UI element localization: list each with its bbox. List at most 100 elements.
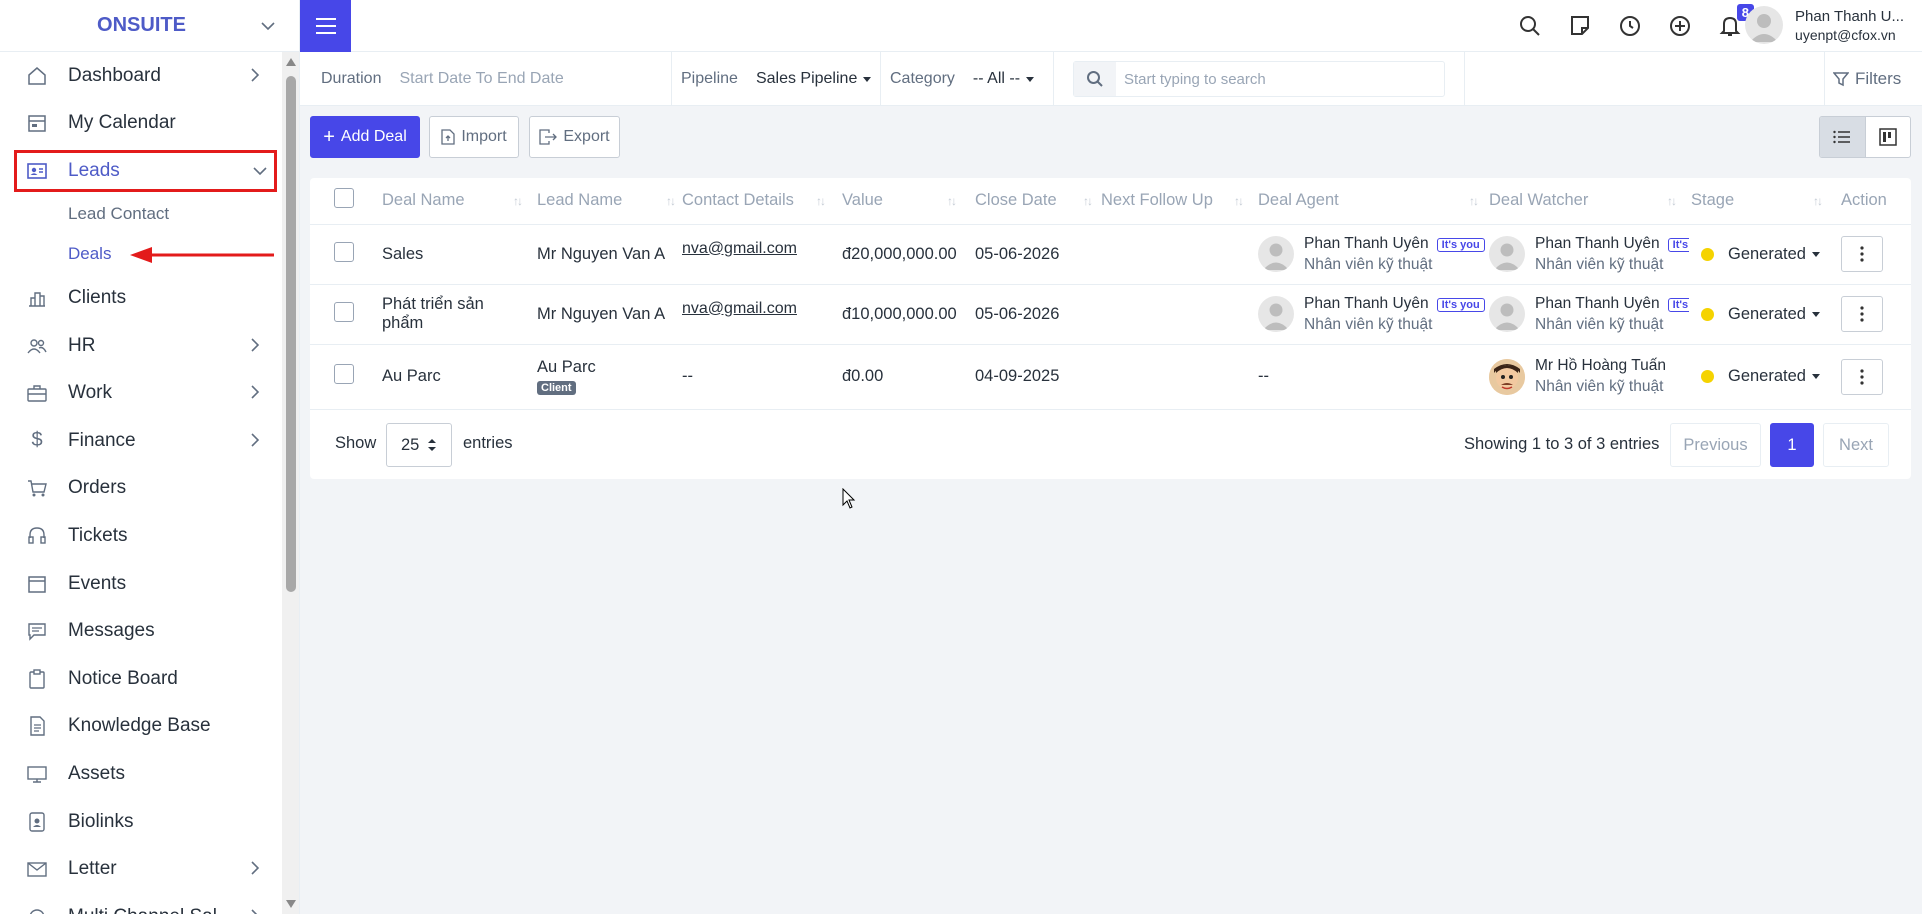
- sidebar-item-multi-channel[interactable]: Multi Channel Sal...: [0, 893, 282, 914]
- sidebar-item-dashboard[interactable]: Dashboard: [0, 52, 282, 100]
- clock-icon[interactable]: [1618, 14, 1642, 38]
- col-contact-details[interactable]: Contact Details ↑↓: [682, 178, 842, 225]
- col-deal-agent[interactable]: Deal Agent ↑↓: [1258, 178, 1489, 225]
- category-filter[interactable]: Category -- All --: [890, 52, 1035, 106]
- sidebar-item-orders[interactable]: Orders: [0, 465, 282, 513]
- sidebar-scrollbar[interactable]: [282, 52, 299, 914]
- sidebar-item-work[interactable]: Work: [0, 369, 282, 417]
- list-view-button[interactable]: [1820, 117, 1866, 157]
- col-deal-name[interactable]: Deal Name ↑↓: [382, 178, 537, 225]
- search-input[interactable]: Start typing to search: [1124, 71, 1266, 88]
- row-checkbox[interactable]: [334, 364, 354, 384]
- watcher-name[interactable]: Phan Thanh Uyên: [1535, 295, 1660, 312]
- row-checkbox[interactable]: [334, 301, 354, 322]
- lead-name[interactable]: Mr Nguyen Van A: [537, 284, 682, 345]
- updown-caret-icon: [428, 439, 437, 451]
- select-all-checkbox[interactable]: [334, 188, 354, 209]
- chevron-right-icon: [251, 433, 260, 447]
- menu-toggle-button[interactable]: [300, 0, 351, 52]
- watcher-name[interactable]: Phan Thanh Uyên: [1535, 235, 1660, 252]
- sidebar-item-letter[interactable]: Letter: [0, 845, 282, 893]
- pipeline-select[interactable]: Sales Pipeline: [756, 70, 857, 88]
- col-deal-watcher[interactable]: Deal Watcher ↑↓: [1489, 178, 1691, 225]
- header-label: Action: [1841, 191, 1887, 210]
- col-value[interactable]: Value ↑↓: [842, 178, 975, 225]
- sidebar-item-notice-board[interactable]: Notice Board: [0, 655, 282, 703]
- kanban-view-button[interactable]: [1866, 117, 1911, 157]
- category-select[interactable]: -- All --: [973, 70, 1020, 88]
- sidebar-item-finance[interactable]: $ Finance: [0, 417, 282, 465]
- notifications-button[interactable]: 8: [1718, 4, 1754, 38]
- col-stage[interactable]: Stage ↑↓: [1691, 178, 1841, 225]
- lead-name[interactable]: Au Parc: [537, 358, 682, 377]
- page-1-button[interactable]: 1: [1770, 423, 1814, 467]
- page-size-select[interactable]: 25: [386, 423, 452, 467]
- sidebar-subitem-lead-contact[interactable]: Lead Contact: [0, 194, 282, 234]
- chevron-down-icon[interactable]: [259, 17, 277, 35]
- sidebar-item-label: Finance: [68, 429, 136, 451]
- contact-email-link[interactable]: nva@gmail.com: [682, 240, 797, 257]
- file-export-icon: [539, 129, 558, 145]
- col-next-follow-up[interactable]: Next Follow Up ↑↓: [1101, 178, 1258, 225]
- search-icon[interactable]: [1518, 14, 1542, 38]
- sticky-note-icon[interactable]: [1568, 14, 1592, 38]
- deal-value: đ20,000,000.00: [842, 224, 975, 285]
- chat-icon: [26, 620, 48, 642]
- row-checkbox[interactable]: [334, 241, 354, 262]
- sidebar-item-hr[interactable]: HR: [0, 322, 282, 370]
- house-icon: [26, 65, 48, 87]
- sidebar-item-label: Tickets: [68, 524, 128, 546]
- lead-name[interactable]: Mr Nguyen Van A: [537, 224, 682, 285]
- row-actions-button[interactable]: [1841, 296, 1883, 332]
- stage-dot: [1701, 307, 1714, 321]
- sidebar-item-assets[interactable]: Assets: [0, 750, 282, 798]
- filters-button[interactable]: Filters: [1833, 52, 1901, 106]
- table-row[interactable]: Au Parc Au Parc Client -- đ0.00 04-09-20…: [310, 344, 1911, 410]
- stage-select[interactable]: Generated: [1728, 305, 1806, 324]
- row-actions-button[interactable]: [1841, 358, 1883, 395]
- category-label: Category: [890, 70, 955, 87]
- duration-value[interactable]: Start Date To End Date: [399, 70, 563, 88]
- sidebar-item-messages[interactable]: Messages: [0, 607, 282, 655]
- search-box[interactable]: Start typing to search: [1073, 61, 1445, 97]
- sidebar-item-tickets[interactable]: Tickets: [0, 512, 282, 560]
- deal-name[interactable]: Au Parc: [382, 344, 537, 410]
- contact-email-link[interactable]: nva@gmail.com: [682, 300, 797, 317]
- previous-page-button[interactable]: Previous: [1670, 423, 1761, 467]
- add-deal-button[interactable]: + Add Deal: [310, 116, 420, 158]
- select-all-cell: [310, 178, 382, 225]
- export-button[interactable]: Export: [529, 116, 620, 158]
- brand-header[interactable]: ONSUITE: [0, 0, 299, 52]
- scrollbar-thumb[interactable]: [286, 76, 296, 592]
- top-bar-icons: 8: [1518, 0, 1754, 52]
- col-lead-name[interactable]: Lead Name ↑↓: [537, 178, 682, 225]
- sidebar-item-my-calendar[interactable]: My Calendar: [0, 100, 282, 148]
- deal-name[interactable]: Phát triển sản phẩm: [382, 284, 537, 345]
- user-menu[interactable]: Phan Thanh U... uyenpt@cfox.vn: [1745, 6, 1904, 44]
- row-actions-button[interactable]: [1841, 236, 1883, 272]
- next-page-button[interactable]: Next: [1823, 423, 1889, 467]
- scroll-down-icon[interactable]: [286, 900, 296, 908]
- scroll-up-icon[interactable]: [286, 58, 296, 66]
- sidebar-item-events[interactable]: Events: [0, 560, 282, 608]
- sidebar-item-clients[interactable]: Clients: [0, 274, 282, 322]
- stage-select[interactable]: Generated: [1728, 245, 1806, 264]
- table-row[interactable]: Phát triển sản phẩm Mr Nguyen Van A nva@…: [310, 284, 1911, 345]
- table-row[interactable]: Sales Mr Nguyen Van A nva@gmail.com đ20,…: [310, 224, 1911, 285]
- sidebar-item-knowledge-base[interactable]: Knowledge Base: [0, 703, 282, 751]
- duration-filter[interactable]: Duration Start Date To End Date: [321, 52, 564, 106]
- watcher-name[interactable]: Mr Hồ Hoàng Tuấn: [1535, 357, 1666, 375]
- import-button[interactable]: Import: [429, 116, 519, 158]
- agent-name[interactable]: Phan Thanh Uyên: [1304, 295, 1429, 312]
- pipeline-filter[interactable]: Pipeline Sales Pipeline: [681, 52, 872, 106]
- sidebar-item-biolinks[interactable]: Biolinks: [0, 798, 282, 846]
- sidebar-item-leads[interactable]: Leads: [14, 150, 277, 193]
- next-follow-up: [1101, 344, 1258, 410]
- stage-select[interactable]: Generated: [1728, 367, 1806, 386]
- agent-name[interactable]: Phan Thanh Uyên: [1304, 235, 1429, 252]
- dollar-icon: $: [31, 429, 43, 452]
- col-close-date[interactable]: Close Date ↑↓: [975, 178, 1101, 225]
- next-follow-up: [1101, 284, 1258, 345]
- deal-name[interactable]: Sales: [382, 224, 537, 285]
- add-circle-icon[interactable]: [1668, 14, 1692, 38]
